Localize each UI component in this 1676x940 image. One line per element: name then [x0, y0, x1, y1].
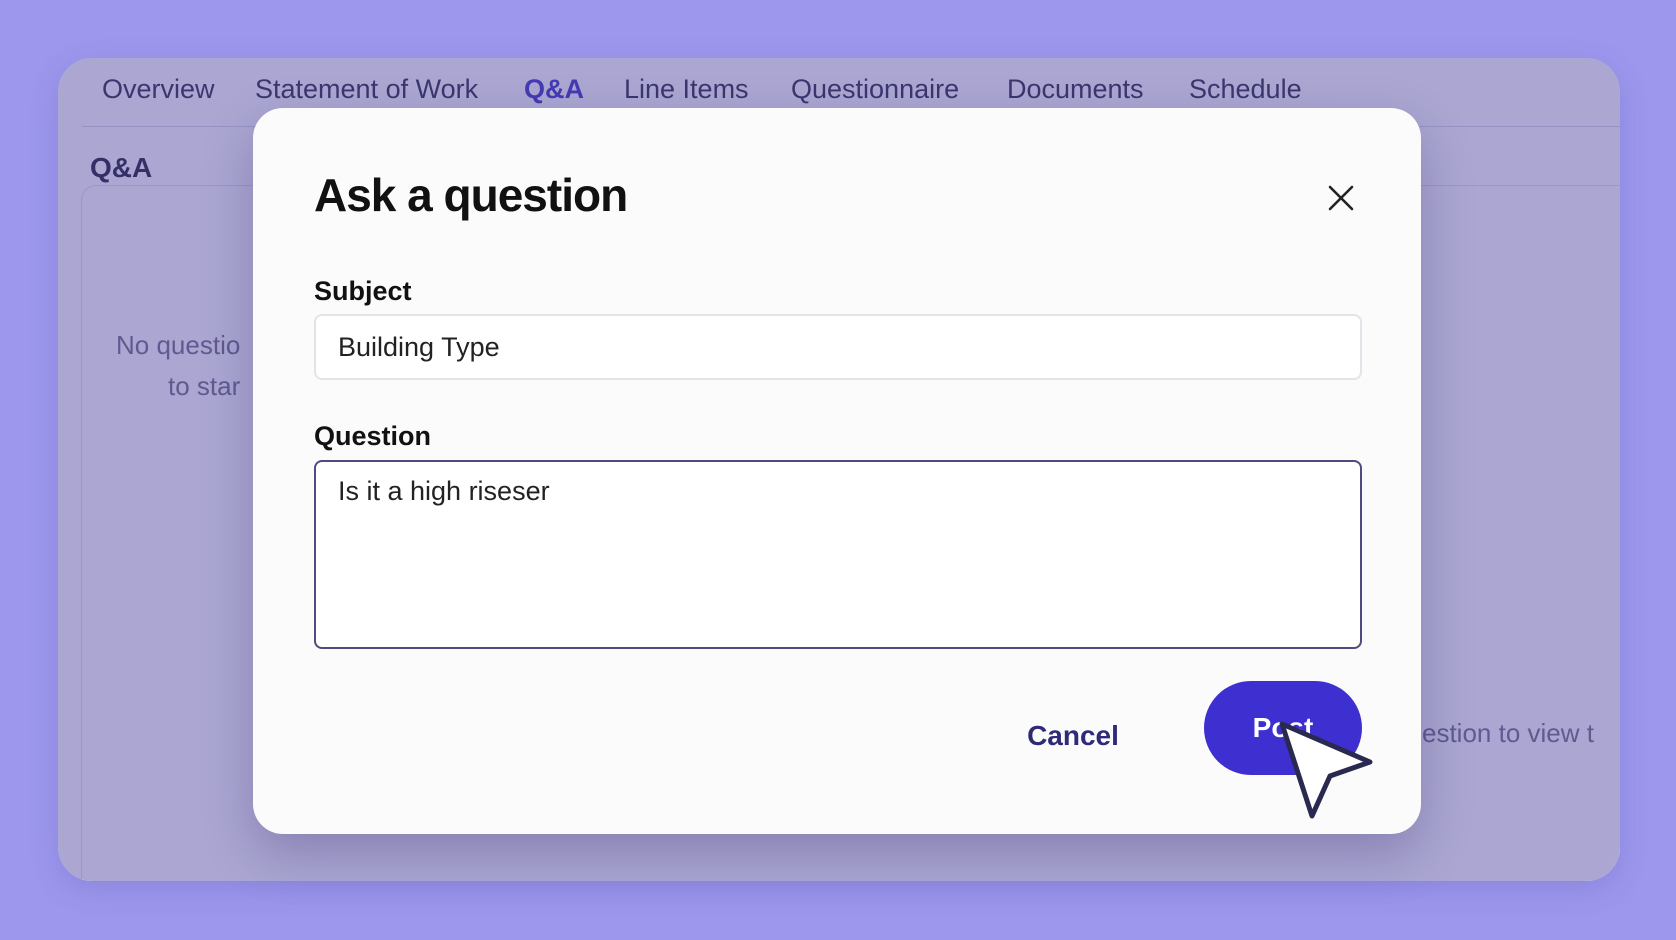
question-label: Question	[314, 421, 432, 451]
subject-input[interactable]	[314, 314, 1362, 380]
dialog-title: Ask a question	[314, 169, 628, 221]
ask-question-dialog: Ask a question Subject Question Is it a …	[253, 108, 1421, 834]
post-button[interactable]: Post	[1204, 681, 1362, 775]
subject-label: Subject	[314, 276, 412, 306]
cancel-button[interactable]: Cancel	[993, 708, 1153, 764]
close-button[interactable]	[1323, 180, 1359, 216]
close-icon	[1328, 185, 1354, 211]
question-textarea[interactable]: Is it a high riseser	[314, 460, 1362, 649]
